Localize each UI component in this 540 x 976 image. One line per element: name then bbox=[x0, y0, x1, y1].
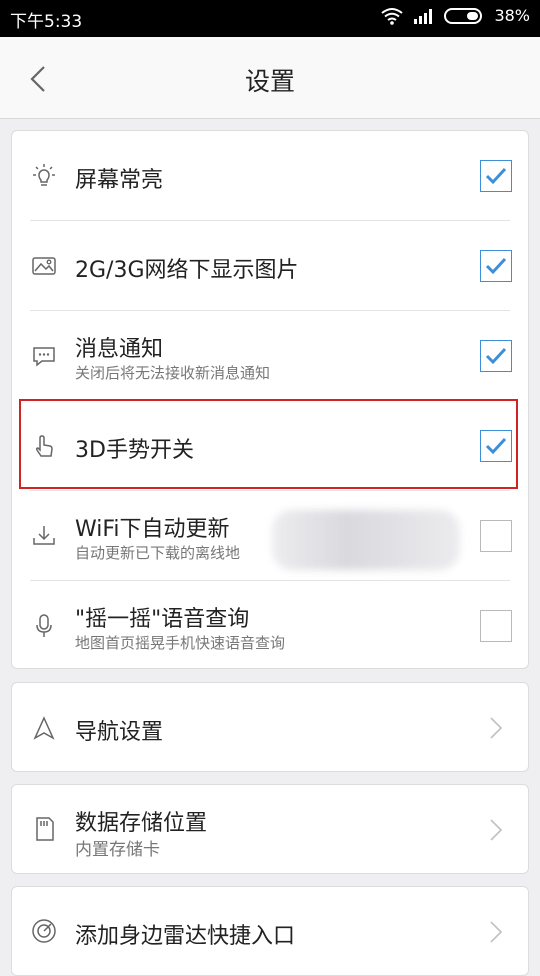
wifi-icon bbox=[381, 7, 404, 25]
sd-card-icon bbox=[36, 817, 54, 841]
status-bar: 下午5:33 38% bbox=[0, 0, 540, 37]
chevron-right-icon bbox=[490, 921, 503, 943]
storage-card[interactable]: 数据存储位置 内置存储卡 bbox=[11, 784, 529, 874]
setting-label: WiFi下自动更新 bbox=[75, 517, 230, 542]
checkbox[interactable] bbox=[480, 520, 512, 552]
setting-subtitle: 自动更新已下载的离线地 bbox=[75, 544, 241, 562]
setting-label: 屏幕常亮 bbox=[75, 168, 164, 193]
checkmark-icon bbox=[485, 347, 507, 365]
setting-subtitle: 地图首页摇晃手机快速语音查询 bbox=[75, 634, 286, 652]
setting-row-shake-voice[interactable]: "摇一摇"语音查询 地图首页摇晃手机快速语音查询 bbox=[12, 581, 528, 671]
setting-row-screen-on[interactable]: 屏幕常亮 bbox=[12, 131, 528, 221]
setting-row-3d-gesture[interactable]: 3D手势开关 bbox=[12, 401, 528, 491]
link-row-storage[interactable]: 数据存储位置 内置存储卡 bbox=[12, 785, 528, 873]
lightbulb-icon bbox=[33, 164, 55, 186]
radar-card[interactable]: 添加身边雷达快捷入口 bbox=[11, 886, 529, 976]
link-subtitle: 内置存储卡 bbox=[75, 840, 160, 860]
setting-row-notifications[interactable]: 消息通知 关闭后将无法接收新消息通知 bbox=[12, 311, 528, 401]
chat-bubble-icon bbox=[33, 347, 55, 367]
checkmark-icon bbox=[485, 437, 507, 455]
navigation-arrow-icon bbox=[33, 716, 55, 740]
setting-row-show-images[interactable]: 2G/3G网络下显示图片 bbox=[12, 221, 528, 311]
checkbox[interactable] bbox=[480, 610, 512, 642]
battery-percent: 38% bbox=[494, 6, 530, 25]
checkbox[interactable] bbox=[480, 250, 512, 282]
setting-label: 3D手势开关 bbox=[75, 438, 194, 463]
setting-subtitle: 关闭后将无法接收新消息通知 bbox=[75, 364, 271, 382]
microphone-icon bbox=[36, 614, 52, 637]
link-row-navigation[interactable]: 导航设置 bbox=[12, 683, 528, 771]
blurred-region bbox=[272, 510, 460, 570]
download-tray-icon bbox=[33, 526, 55, 545]
chevron-right-icon bbox=[490, 717, 503, 739]
status-indicators: 38% bbox=[380, 6, 530, 25]
battery-icon bbox=[444, 7, 483, 24]
image-icon bbox=[32, 257, 56, 275]
checkbox[interactable] bbox=[480, 340, 512, 372]
page-title: 设置 bbox=[244, 67, 295, 96]
checkbox[interactable] bbox=[480, 160, 512, 192]
link-row-radar[interactable]: 添加身边雷达快捷入口 bbox=[12, 887, 528, 975]
link-label: 数据存储位置 bbox=[75, 811, 208, 836]
toggle-settings-card: 屏幕常亮 2G/3G网络下显示图片 消息通知 关闭后将无法接收新消息通知 3D手… bbox=[11, 130, 529, 669]
radar-icon bbox=[32, 919, 56, 943]
setting-label: 2G/3G网络下显示图片 bbox=[75, 258, 299, 283]
link-label: 导航设置 bbox=[75, 720, 164, 745]
checkbox[interactable] bbox=[480, 430, 512, 462]
setting-label: "摇一摇"语音查询 bbox=[75, 607, 250, 632]
touch-gesture-icon bbox=[35, 435, 53, 457]
link-label: 添加身边雷达快捷入口 bbox=[75, 924, 296, 949]
status-time: 下午5:33 bbox=[10, 12, 83, 32]
nav-settings-card[interactable]: 导航设置 bbox=[11, 682, 529, 772]
setting-label: 消息通知 bbox=[75, 337, 164, 362]
checkmark-icon bbox=[485, 257, 507, 275]
header: 设置 bbox=[0, 37, 540, 119]
checkmark-icon bbox=[485, 167, 507, 185]
signal-icon bbox=[414, 8, 433, 24]
chevron-right-icon bbox=[490, 819, 503, 841]
